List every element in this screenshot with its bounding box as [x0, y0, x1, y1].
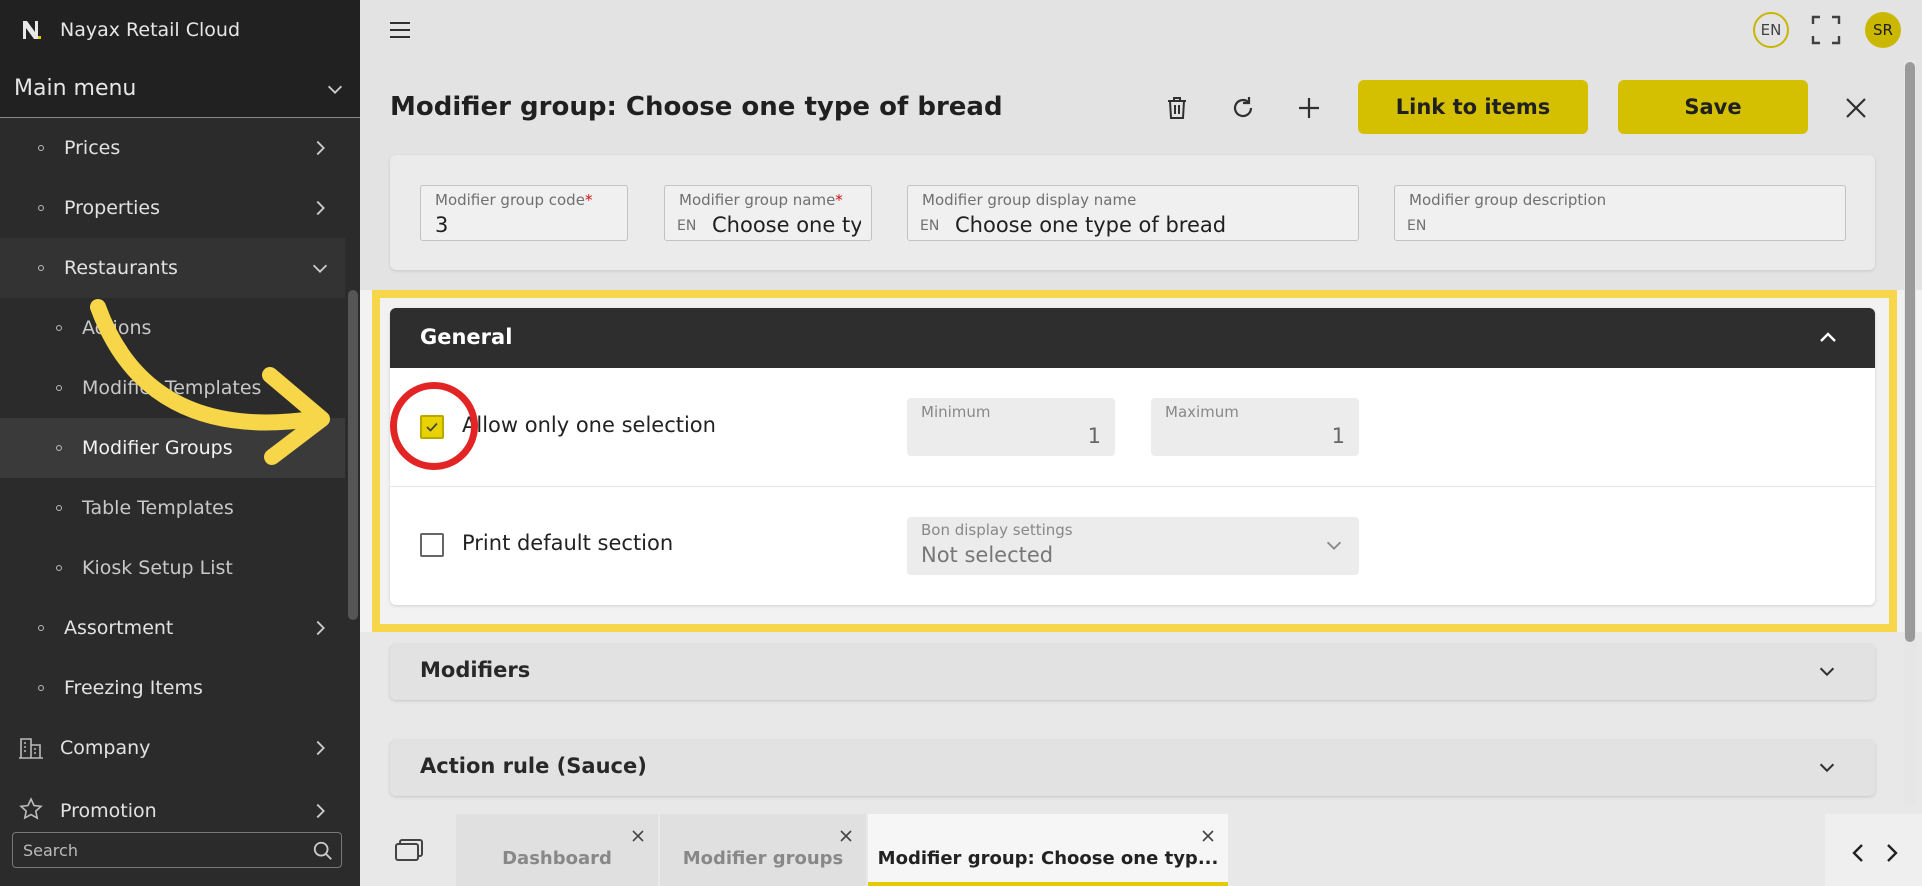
app-title: Nayax Retail Cloud: [60, 19, 241, 41]
field-label: Modifier group name*: [679, 191, 843, 209]
tab-modifier-group-detail[interactable]: Modifier group: Choose one typ...: [868, 814, 1228, 886]
bullet-icon: [56, 325, 62, 331]
chevron-right-icon: [316, 803, 325, 819]
language-tag: EN: [1407, 218, 1427, 234]
field-value: Choose one ty: [712, 213, 861, 237]
bullet-icon: [56, 445, 62, 451]
tab-label: Modifier groups: [682, 848, 844, 869]
close-icon[interactable]: [1842, 94, 1870, 122]
modifier-group-fields: Modifier group code* 3 Modifier group na…: [390, 155, 1875, 270]
chevron-right-icon: [316, 200, 325, 216]
sidebar-item-table-templates[interactable]: Table Templates: [0, 478, 345, 538]
section-title: Action rule (Sauce): [420, 754, 647, 778]
close-icon[interactable]: [838, 828, 854, 844]
field-value: 3: [435, 213, 449, 237]
sidebar-item-prices[interactable]: Prices: [0, 118, 345, 178]
star-icon: [19, 797, 43, 820]
section-title: Modifiers: [420, 658, 531, 682]
modifiers-section[interactable]: Modifiers: [390, 644, 1875, 700]
page-title: Modifier group: Choose one type of bread: [390, 92, 1003, 122]
field-value: Choose one type of bread: [955, 213, 1227, 237]
tab-scroll-area: [1825, 814, 1922, 886]
sidebar-item-label: Kiosk Setup List: [82, 557, 233, 579]
page-header: Modifier group: Choose one type of bread…: [390, 78, 1880, 136]
sidebar-item-company[interactable]: Company: [0, 718, 345, 778]
sidebar-item-promotion[interactable]: Promotion: [0, 778, 345, 822]
bullet-icon: [38, 685, 44, 691]
modifier-group-display-name-field[interactable]: Modifier group display name EN Choose on…: [907, 185, 1359, 241]
chevron-right-icon[interactable]: [1882, 842, 1902, 864]
chevron-down-icon[interactable]: [1816, 756, 1838, 778]
refresh-icon[interactable]: [1229, 94, 1257, 122]
sidebar-item-freezing-items[interactable]: Freezing Items: [0, 658, 345, 718]
chevron-left-icon[interactable]: [1848, 842, 1868, 864]
language-tag: EN: [920, 218, 940, 234]
sidebar-item-assortment[interactable]: Assortment: [0, 598, 345, 658]
trash-icon[interactable]: [1163, 94, 1191, 122]
bullet-icon: [38, 265, 44, 271]
modifier-group-code-field[interactable]: Modifier group code* 3: [420, 185, 628, 241]
windows-icon[interactable]: [394, 838, 424, 864]
field-label: Modifier group display name: [922, 191, 1137, 209]
language-tag: EN: [677, 218, 697, 234]
tab-label: Dashboard: [502, 848, 612, 869]
close-icon[interactable]: [630, 828, 646, 844]
bullet-icon: [56, 385, 62, 391]
save-button[interactable]: Save: [1618, 80, 1808, 134]
main-menu-label: Main menu: [14, 76, 137, 101]
search-icon[interactable]: [312, 840, 334, 862]
language-badge[interactable]: EN: [1753, 12, 1789, 48]
tab-bar: Dashboard Modifier groups Modifier group…: [360, 808, 1922, 886]
bullet-icon: [38, 145, 44, 151]
building-icon: [19, 738, 43, 759]
tab-dashboard[interactable]: Dashboard: [456, 814, 658, 886]
modifier-group-name-field[interactable]: Modifier group name* EN Choose one ty: [664, 185, 872, 241]
sidebar-item-label: Promotion: [60, 800, 157, 822]
field-label: Modifier group description: [1409, 191, 1607, 209]
hamburger-menu-icon[interactable]: [388, 18, 412, 42]
sidebar-item-label: Freezing Items: [64, 677, 203, 699]
sidebar-item-label: Company: [60, 737, 151, 759]
bullet-icon: [56, 505, 62, 511]
top-bar: EN SR: [360, 0, 1922, 60]
fullscreen-icon[interactable]: [1810, 14, 1842, 46]
brand-bar: Nayax Retail Cloud: [0, 0, 360, 60]
modifier-group-description-field[interactable]: Modifier group description EN: [1394, 185, 1846, 241]
main-scrollbar-thumb[interactable]: [1905, 62, 1915, 642]
sidebar-item-label: Restaurants: [64, 257, 178, 279]
sidebar-scrollbar[interactable]: [348, 290, 358, 620]
sidebar-item-label: Prices: [64, 137, 121, 159]
chevron-down-icon: [327, 85, 343, 94]
bullet-icon: [38, 625, 44, 631]
bullet-icon: [38, 205, 44, 211]
sidebar-item-label: Properties: [64, 197, 161, 219]
sidebar-item-kiosk-setup-list[interactable]: Kiosk Setup List: [0, 538, 345, 598]
sidebar-item-properties[interactable]: Properties: [0, 178, 345, 238]
chevron-right-icon: [316, 140, 325, 156]
link-to-items-button[interactable]: Link to items: [1358, 80, 1588, 134]
action-rule-section[interactable]: Action rule (Sauce): [390, 740, 1875, 796]
sidebar-search-input[interactable]: [12, 832, 342, 868]
bullet-icon: [56, 565, 62, 571]
chevron-right-icon: [316, 740, 325, 756]
close-icon[interactable]: [1200, 828, 1216, 844]
add-icon[interactable]: [1295, 94, 1323, 122]
chevron-down-icon: [312, 264, 328, 273]
chevron-down-icon[interactable]: [1816, 660, 1838, 682]
main-menu-toggle[interactable]: Main menu: [0, 60, 360, 118]
annotation-circle: [390, 382, 478, 470]
tab-modifier-groups[interactable]: Modifier groups: [660, 814, 866, 886]
tab-label: Modifier group: Choose one typ...: [877, 848, 1219, 869]
sidebar-search: [0, 822, 360, 886]
highlight-frame: [372, 290, 1897, 632]
sidebar-item-label: Table Templates: [82, 497, 234, 519]
annotation-arrow: [90, 299, 330, 465]
field-label: Modifier group code*: [435, 191, 593, 209]
chevron-right-icon: [316, 620, 325, 636]
nayax-logo: [23, 21, 41, 39]
user-avatar[interactable]: SR: [1865, 12, 1901, 48]
sidebar-item-label: Assortment: [64, 617, 174, 639]
